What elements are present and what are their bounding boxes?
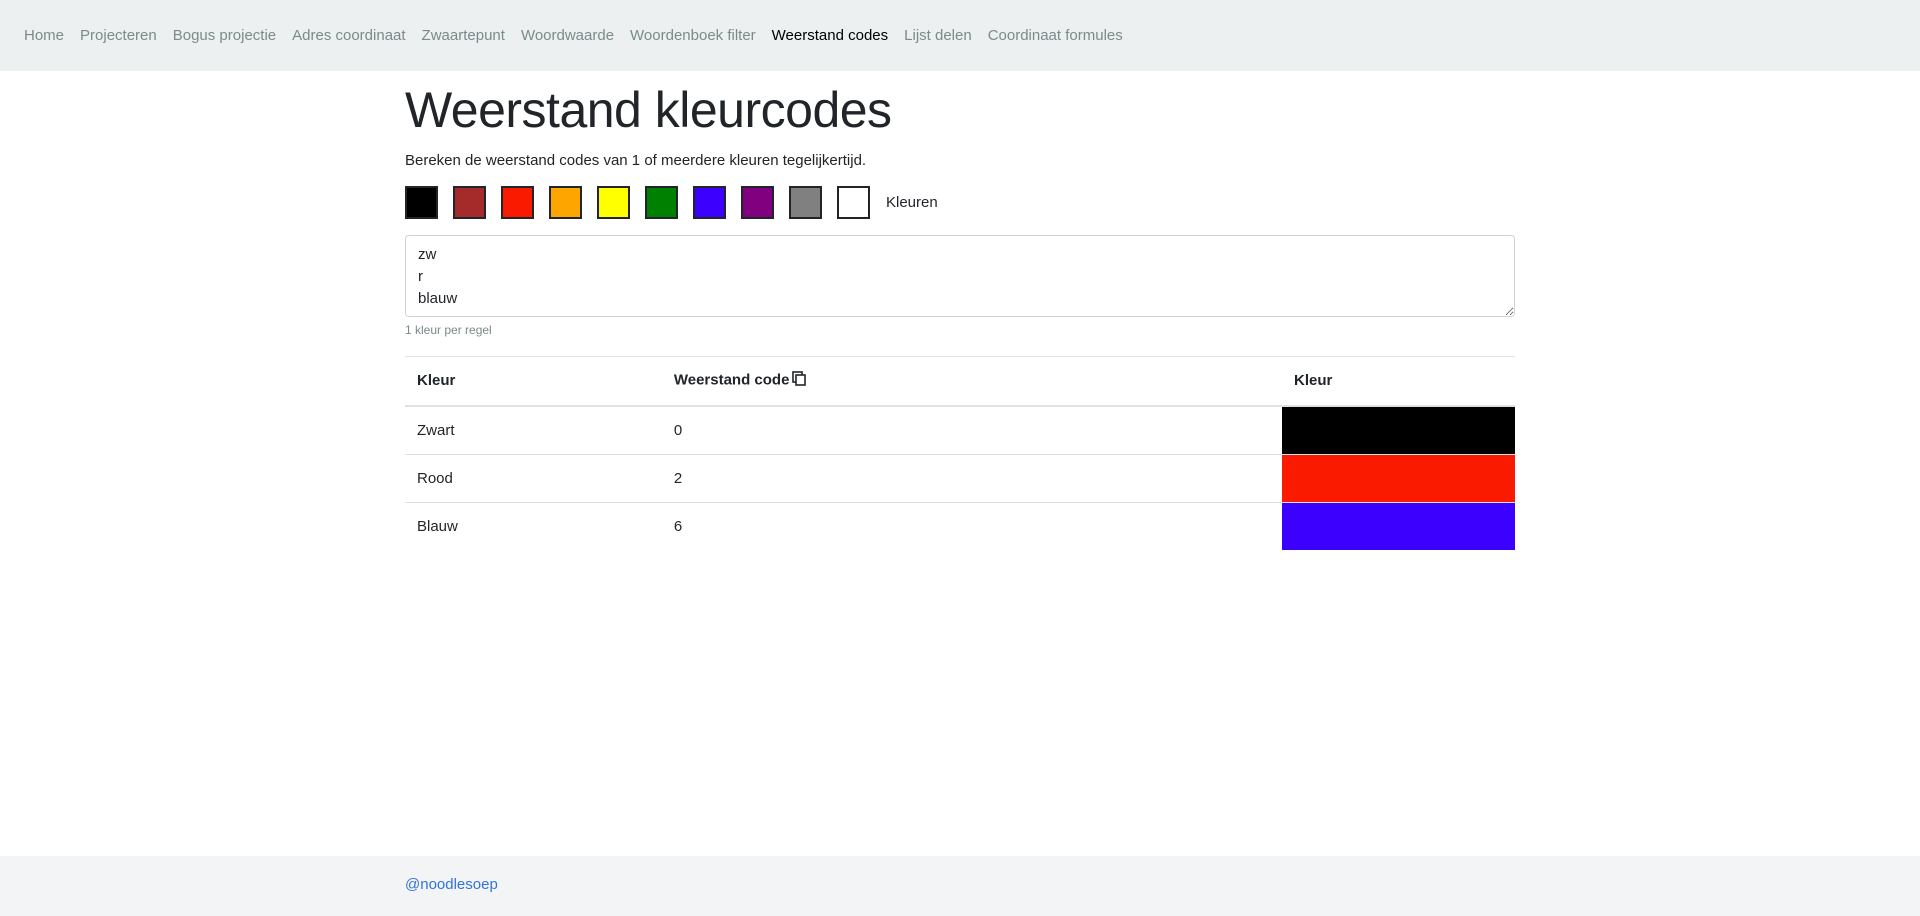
swatch-black[interactable]: [405, 186, 438, 219]
results-table: Kleur Weerstand code Kleur Zwart 0 Rood …: [405, 356, 1515, 550]
nav-woordwaarde[interactable]: Woordwaarde: [521, 27, 614, 44]
nav-home[interactable]: Home: [24, 27, 64, 44]
page-title: Weerstand kleurcodes: [405, 82, 892, 138]
nav-weerstand-codes[interactable]: Weerstand codes: [772, 27, 888, 44]
swatch-brown[interactable]: [453, 186, 486, 219]
nav-woordenboek-filter[interactable]: Woordenboek filter: [630, 27, 756, 44]
nav-projecteren[interactable]: Projecteren: [80, 27, 157, 44]
table-row: Zwart 0: [405, 405, 1515, 454]
row-resistor-code: 6: [661, 501, 1282, 550]
swatch-red[interactable]: [501, 186, 534, 219]
row-color-name: Rood: [405, 453, 662, 502]
table-row: Rood 2: [405, 453, 1515, 502]
copy-icon[interactable]: [792, 371, 807, 390]
colors-input[interactable]: [405, 235, 1515, 317]
page-description: Bereken de weerstand codes van 1 of meer…: [405, 152, 867, 169]
row-resistor-code: 2: [661, 453, 1282, 502]
row-color-swatch: [1282, 406, 1515, 454]
swatches-label: Kleuren: [886, 194, 938, 211]
input-help-text: 1 kleur per regel: [405, 323, 492, 337]
swatch-purple[interactable]: [741, 186, 774, 219]
row-color-name: Blauw: [405, 501, 662, 550]
header-color-swatch: Kleur: [1282, 356, 1515, 407]
row-color-swatch: [1282, 454, 1515, 502]
main-content: Weerstand kleurcodes Bereken de weerstan…: [405, 71, 1515, 550]
row-color-cell: [1282, 405, 1515, 454]
header-color-name: Kleur: [405, 356, 662, 407]
header-resistor-code-label: Weerstand code: [673, 371, 790, 389]
nav-zwaartepunt[interactable]: Zwaartepunt: [422, 27, 505, 44]
swatch-green[interactable]: [645, 186, 678, 219]
footer: @noodlesoep: [0, 856, 1920, 916]
swatch-orange[interactable]: [549, 186, 582, 219]
top-navbar: Home Projecteren Bogus projectie Adres c…: [0, 0, 1920, 71]
row-color-cell: [1282, 453, 1515, 502]
header-resistor-code: Weerstand code: [661, 356, 1282, 407]
nav-bogus-projectie[interactable]: Bogus projectie: [173, 27, 276, 44]
nav-adres-coordinaat[interactable]: Adres coordinaat: [292, 27, 405, 44]
row-color-cell: [1282, 501, 1515, 550]
nav-lijst-delen[interactable]: Lijst delen: [904, 27, 972, 44]
swatch-yellow[interactable]: [597, 186, 630, 219]
table-header-row: Kleur Weerstand code Kleur: [405, 356, 1515, 407]
row-resistor-code: 0: [661, 405, 1282, 454]
table-row: Blauw 6: [405, 501, 1515, 550]
row-color-name: Zwart: [405, 405, 662, 454]
swatch-blue[interactable]: [693, 186, 726, 219]
swatch-gray[interactable]: [789, 186, 822, 219]
row-color-swatch: [1282, 502, 1515, 550]
swatch-white[interactable]: [837, 186, 870, 219]
footer-author-link[interactable]: @noodlesoep: [405, 876, 498, 893]
color-swatch-row: Kleuren: [405, 186, 1515, 219]
nav-coordinaat-formules[interactable]: Coordinaat formules: [988, 27, 1123, 44]
